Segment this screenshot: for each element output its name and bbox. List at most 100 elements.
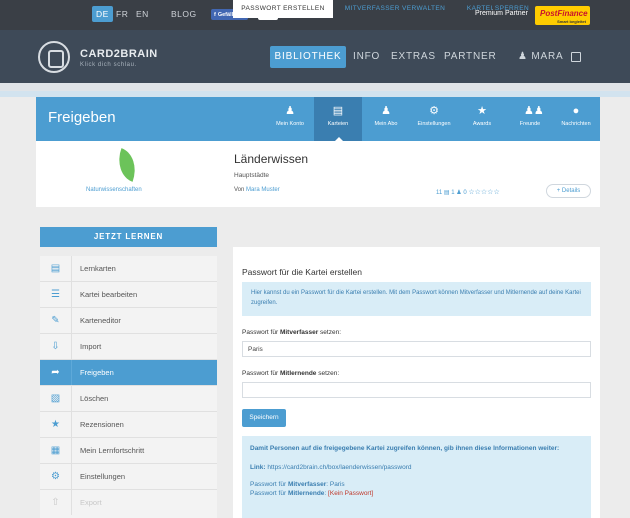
sidebar-item-lernkarten[interactable]: ▤ Lernkarten: [40, 256, 217, 282]
tab-mitverfasser-verwalten[interactable]: MITVERFASSER VERWALTEN: [336, 0, 454, 18]
sidebar-item-rezensionen[interactable]: ★ Rezensionen: [40, 412, 217, 438]
tab-karteien[interactable]: ▤ Karteien: [314, 97, 362, 142]
sidebar-item-label: Löschen: [80, 394, 109, 403]
share-info-box: Damit Personen auf die freigegebene Kart…: [242, 436, 591, 518]
sidebar-item-loeschen[interactable]: ▧ Löschen: [40, 386, 217, 412]
tab-label: Mein Abo: [374, 121, 398, 127]
cards-icon: ▤: [332, 105, 344, 117]
tab-einstellungen[interactable]: ⚙ Einstellungen: [410, 97, 458, 141]
category-link[interactable]: Naturwissenschaften: [86, 187, 142, 193]
sidebar-item-import[interactable]: ⇩ Import: [40, 334, 217, 360]
sidebar-item-label: Import: [80, 342, 102, 351]
author-link[interactable]: Mara Muster: [246, 187, 280, 193]
nav-info[interactable]: INFO: [353, 51, 380, 62]
share-coauthor-line: Passwort für Mitverfasser: Paris: [250, 481, 345, 488]
subscription-icon: ♟: [381, 105, 391, 117]
tab-freunde[interactable]: ♟♟ Freunde: [506, 97, 554, 141]
sidebar-item-label: Lernkarten: [80, 264, 116, 273]
postfinance-logo[interactable]: PostFinance Smart begleitet: [535, 6, 590, 25]
account-title-bar: Freigeben ♟ Mein Konto ▤ Karteien ♟ Mein…: [36, 97, 600, 142]
user-name: MARA: [531, 51, 564, 62]
postfinance-tagline: Smart begleitet: [557, 19, 586, 24]
learn-now-button[interactable]: JETZT LERNEN: [40, 227, 217, 247]
learner-password-label: Passwort für Mitlernende setzen:: [242, 370, 340, 377]
tab-nachrichten[interactable]: ● Nachrichten: [552, 97, 600, 141]
export-icon: ⇧: [40, 490, 72, 515]
tab-label: Karteien: [327, 121, 349, 127]
lang-en[interactable]: EN: [136, 9, 149, 19]
user-icon: ♟: [456, 190, 462, 196]
coauthor-password-input[interactable]: [242, 341, 591, 357]
brain-logo-icon[interactable]: [38, 41, 70, 73]
sidebar-item-kartei-bearbeiten[interactable]: ☰ Kartei bearbeiten: [40, 282, 217, 308]
friends-icon: ♟♟: [524, 105, 544, 117]
sidebar-item-einstellungen[interactable]: ⚙ Einstellungen: [40, 464, 217, 490]
logo-tagline: Klick dich schlau.: [80, 62, 137, 68]
sidebar-item-lernfortschritt[interactable]: ▦ Mein Lernfortschritt: [40, 438, 217, 464]
kartei-sidebar: ▤ Lernkarten ☰ Kartei bearbeiten ✎ Karte…: [40, 256, 217, 518]
cards-icon: ▤: [443, 190, 450, 196]
sidebar-item-label: Mein Lernfortschritt: [80, 446, 145, 455]
user-icon: ♟: [518, 51, 528, 62]
chart-icon: ▦: [40, 438, 72, 463]
kartei-subtitle: Hauptstädte: [234, 172, 270, 179]
chat-icon: ●: [572, 105, 580, 117]
details-button[interactable]: + Details: [546, 184, 591, 198]
blog-link[interactable]: BLOG: [171, 9, 197, 19]
tab-passwort-erstellen[interactable]: PASSWORT ERSTELLEN: [233, 0, 333, 18]
import-icon: ⇩: [40, 334, 72, 359]
share-link[interactable]: https://card2brain.ch/box/laenderwissen/…: [267, 464, 411, 471]
lang-de[interactable]: DE: [92, 6, 113, 22]
users-count: 1: [451, 190, 455, 196]
panel-title: Passwort für die Kartei erstellen: [242, 267, 362, 277]
no-password-value: [Kein Passwort]: [328, 490, 374, 497]
rating-count: 0: [463, 190, 467, 196]
tab-mein-konto[interactable]: ♟ Mein Konto: [266, 97, 314, 141]
tab-kartei-sperren[interactable]: KARTEI SPERREN: [456, 0, 540, 18]
kartei-info: Naturwissenschaften Länderwissen Hauptst…: [36, 141, 600, 207]
tab-label: Mein Konto: [276, 121, 304, 127]
nav-bibliothek[interactable]: BIBLIOTHEK: [270, 46, 346, 68]
tab-label: Awards: [472, 121, 492, 127]
learner-password-input[interactable]: [242, 382, 591, 398]
leaf-icon: [111, 148, 143, 182]
sidebar-item-karteneditor[interactable]: ✎ Karteneditor: [40, 308, 217, 334]
save-button[interactable]: Speichern: [242, 409, 286, 427]
logout-icon[interactable]: [571, 52, 581, 62]
tab-mein-abo[interactable]: ♟ Mein Abo: [362, 97, 410, 141]
gear-icon: ⚙: [429, 105, 439, 117]
password-panel: Passwort für die Kartei erstellen Hier k…: [233, 247, 600, 518]
user-menu[interactable]: ♟ MARA: [518, 51, 563, 62]
trash-icon: ▧: [40, 386, 72, 411]
postfinance-name: PostFinance: [540, 9, 588, 18]
trophy-icon: ★: [477, 105, 487, 117]
user-icon: ♟: [285, 105, 295, 117]
coauthor-password-label: Passwort für Mitverfasser setzen:: [242, 329, 342, 336]
list-icon: ▤: [40, 256, 72, 281]
star-rating-icon: ☆☆☆☆☆: [468, 189, 500, 196]
pencil-icon: ✎: [40, 308, 72, 333]
sidebar-item-label: Export: [80, 498, 102, 507]
star-icon: ★: [40, 412, 72, 437]
share-info-heading: Damit Personen auf die freigegebene Kart…: [250, 445, 560, 452]
page-title: Freigeben: [48, 109, 116, 126]
sidebar-item-export: ⇧ Export: [40, 490, 217, 518]
kartei-title: Länderwissen: [234, 152, 309, 166]
share-learner-line: Passwort für Mitlernende: [Kein Passwort…: [250, 490, 374, 497]
tab-label: Nachrichten: [561, 121, 591, 127]
edit-list-icon: ☰: [40, 282, 72, 307]
cards-count: 11: [436, 190, 443, 196]
tab-awards[interactable]: ★ Awards: [458, 97, 506, 141]
facebook-icon: f: [214, 11, 216, 18]
sidebar-item-freigeben[interactable]: ➦ Freigeben: [40, 360, 217, 386]
sidebar-item-label: Rezensionen: [80, 420, 124, 429]
kartei-stats: 11 ▤ 1 ♟ 0 ☆☆☆☆☆: [436, 188, 500, 196]
author-prefix: Von: [234, 187, 245, 193]
nav-partner[interactable]: PARTNER: [444, 51, 496, 62]
tab-label: Freunde: [519, 121, 541, 127]
sidebar-item-label: Einstellungen: [80, 472, 126, 481]
gears-icon: ⚙: [40, 464, 72, 489]
lang-fr[interactable]: FR: [116, 9, 128, 19]
logo-name[interactable]: CARD2BRAIN: [80, 48, 158, 60]
nav-extras[interactable]: EXTRAS: [391, 51, 436, 62]
